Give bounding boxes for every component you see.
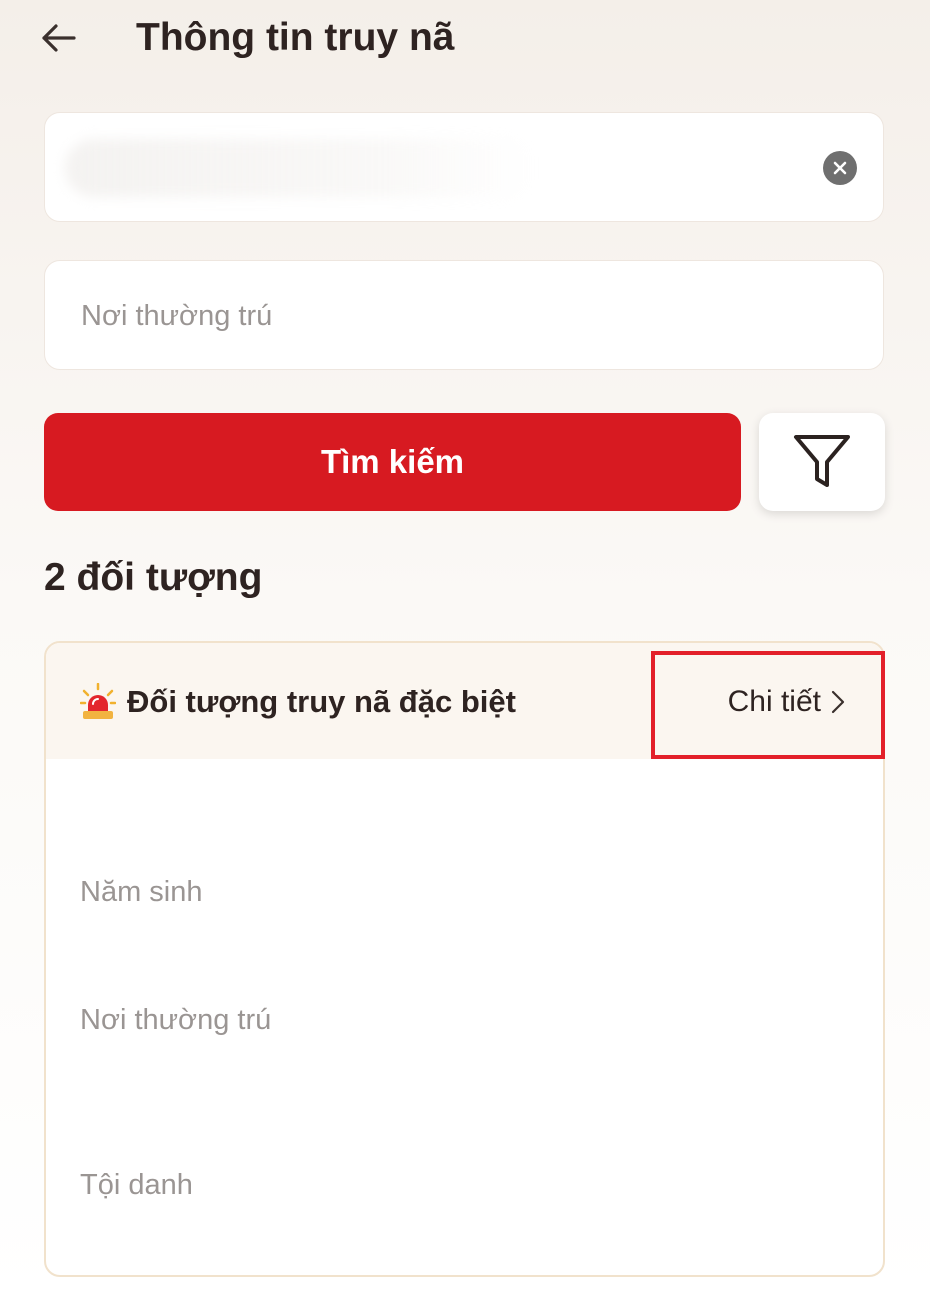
clear-circle-icon <box>833 161 847 175</box>
filter-funnel-icon <box>794 435 850 487</box>
residence-placeholder: Nơi thường trú <box>81 300 273 332</box>
name-input-value-blurred <box>65 139 535 197</box>
name-search-input[interactable] <box>44 112 884 222</box>
app-header: Thông tin truy nã <box>0 0 930 80</box>
result-card: Đối tượng truy nã đặc biệt Chi tiết Năm … <box>44 641 885 1277</box>
clear-input-button[interactable] <box>823 151 857 185</box>
filter-button[interactable] <box>759 413 885 511</box>
residence-input[interactable]: Nơi thường trú <box>44 260 884 370</box>
card-header: Đối tượng truy nã đặc biệt Chi tiết <box>46 643 883 759</box>
page-title: Thông tin truy nã <box>136 16 455 59</box>
search-button[interactable]: Tìm kiếm <box>44 413 741 511</box>
siren-icon <box>80 683 116 719</box>
chevron-right-icon <box>831 690 845 714</box>
card-title: Đối tượng truy nã đặc biệt <box>127 684 516 719</box>
detail-label: Chi tiết <box>727 685 821 718</box>
birth-year-label: Năm sinh <box>80 876 203 908</box>
detail-link[interactable]: Chi tiết <box>728 683 845 721</box>
card-residence-label: Nơi thường trú <box>80 1004 272 1036</box>
result-count: 2 đối tượng <box>44 556 263 599</box>
arrow-left-icon <box>42 24 76 52</box>
crime-label: Tội danh <box>80 1169 193 1201</box>
back-button[interactable] <box>36 18 80 58</box>
